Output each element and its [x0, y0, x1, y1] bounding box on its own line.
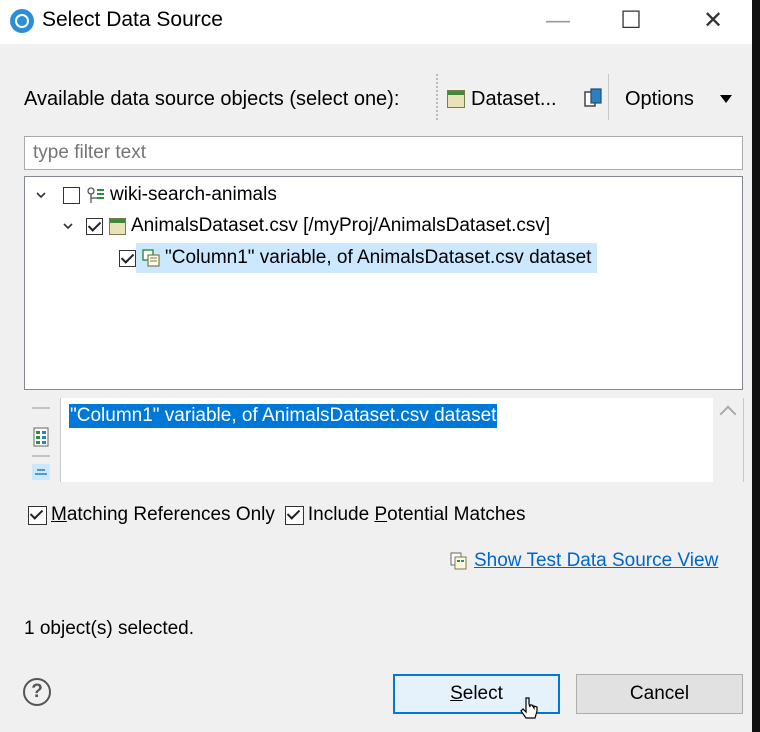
dataset-icon [109, 217, 126, 235]
toolbar-separator [608, 74, 609, 120]
chevron-down-icon[interactable] [35, 189, 47, 201]
data-source-view-icon [450, 552, 467, 570]
tree-item-label: "Column1" variable, of AnimalsDataset.cs… [165, 247, 592, 268]
chevron-down-icon[interactable] [62, 220, 74, 232]
checkbox[interactable] [119, 249, 136, 267]
help-icon[interactable]: ? [23, 678, 51, 706]
dropdown-arrow-icon[interactable] [720, 95, 732, 103]
matching-references-label[interactable]: Matching References Only [51, 504, 275, 526]
detail-toolbar-icons [32, 407, 50, 480]
filter-input[interactable] [24, 136, 743, 170]
dataset-button[interactable]: Dataset... [447, 84, 557, 114]
match-options: Matching References Only Include Potenti… [28, 504, 525, 526]
tree-item-dataset[interactable]: AnimalsDataset.csv [/myProj/AnimalsDatas… [62, 211, 550, 241]
tree-item-project[interactable]: wiki-search-animals [35, 180, 277, 210]
potential-matches-checkbox[interactable] [284, 505, 304, 525]
matching-references-checkbox[interactable] [28, 505, 47, 525]
show-details-icon[interactable] [33, 427, 49, 447]
test-project-icon [87, 186, 104, 203]
select-data-source-dialog: Select Data Source — ☐ ✕ Available data … [0, 0, 760, 732]
copy-icon[interactable] [583, 86, 603, 110]
tree-item-label: AnimalsDataset.csv [/myProj/AnimalsDatas… [131, 215, 551, 236]
scrollbar[interactable] [713, 398, 743, 482]
app-icon [10, 9, 34, 33]
selected-highlight: "Column1" variable, of AnimalsDataset.cs… [136, 243, 598, 273]
detail-toolbar [24, 398, 60, 482]
checkbox[interactable] [86, 217, 103, 235]
dataset-icon [447, 90, 465, 108]
window-title: Select Data Source [42, 8, 223, 31]
minimize-button[interactable]: — [535, 0, 581, 44]
data-source-tree[interactable]: wiki-search-animals AnimalsDataset.csv [… [24, 176, 743, 390]
show-test-data-source-link[interactable]: Show Test Data Source View [474, 550, 718, 572]
status-text: 1 object(s) selected. [24, 618, 195, 639]
title-bar: Select Data Source — ☐ ✕ [0, 0, 752, 44]
potential-matches-label[interactable]: Include Potential Matches [308, 504, 526, 526]
show-test-data-source-link-row[interactable]: Show Test Data Source View [450, 550, 718, 572]
close-button[interactable]: ✕ [690, 0, 736, 44]
scroll-up-arrow-icon[interactable] [719, 405, 737, 423]
maximize-button[interactable]: ☐ [608, 0, 654, 44]
tree-item-variable[interactable]: "Column1" variable, of AnimalsDataset.cs… [119, 243, 598, 273]
detail-text-area[interactable]: "Column1" variable, of AnimalsDataset.cs… [60, 398, 744, 482]
detail-text[interactable]: "Column1" variable, of AnimalsDataset.cs… [69, 404, 498, 428]
dataset-button-label: Dataset... [471, 87, 557, 110]
cancel-button[interactable]: Cancel [576, 674, 743, 714]
align-icon[interactable] [32, 464, 50, 480]
checkbox[interactable] [63, 186, 80, 204]
variable-icon [142, 249, 160, 267]
available-objects-label: Available data source objects (select on… [24, 88, 400, 110]
mouse-cursor-icon [520, 697, 538, 719]
toolbar-grip [436, 74, 438, 120]
tree-item-label: wiki-search-animals [110, 184, 277, 205]
options-menu[interactable]: Options [625, 88, 694, 111]
